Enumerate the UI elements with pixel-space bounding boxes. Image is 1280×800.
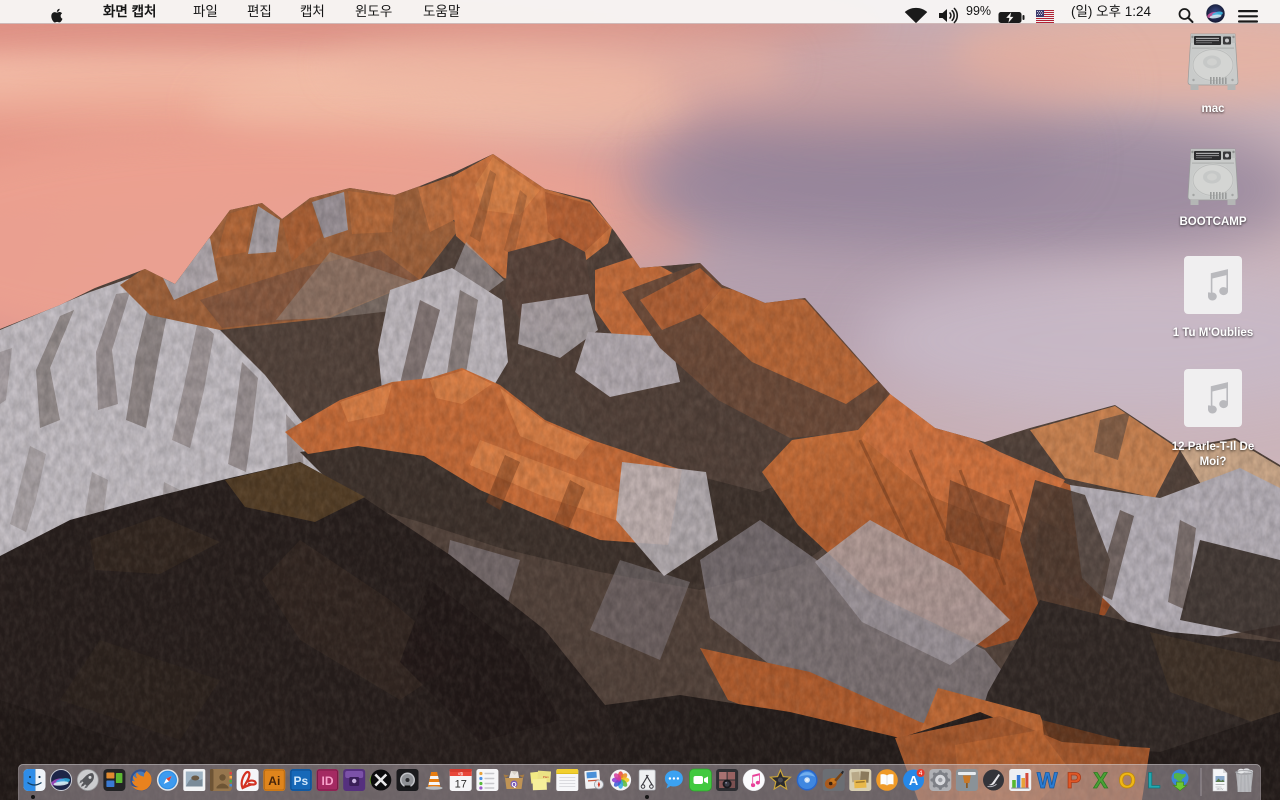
svg-text:17: 17	[455, 779, 467, 791]
svg-text:Ps: Ps	[294, 774, 309, 788]
svg-text:MOV: MOV	[1217, 787, 1224, 791]
svg-text:O: O	[1119, 768, 1136, 793]
svg-text:W: W	[1037, 768, 1058, 793]
svg-text:4: 4	[919, 770, 923, 777]
svg-text:Plan: Plan	[543, 775, 549, 779]
svg-text:Q: Q	[511, 782, 516, 789]
svg-text:P: P	[1067, 768, 1082, 793]
svg-text:X: X	[1093, 768, 1108, 793]
svg-text:6월: 6월	[458, 771, 463, 776]
svg-text:Ai: Ai	[268, 774, 280, 788]
svg-text:ID: ID	[322, 774, 334, 788]
svg-text:L: L	[1147, 768, 1160, 793]
